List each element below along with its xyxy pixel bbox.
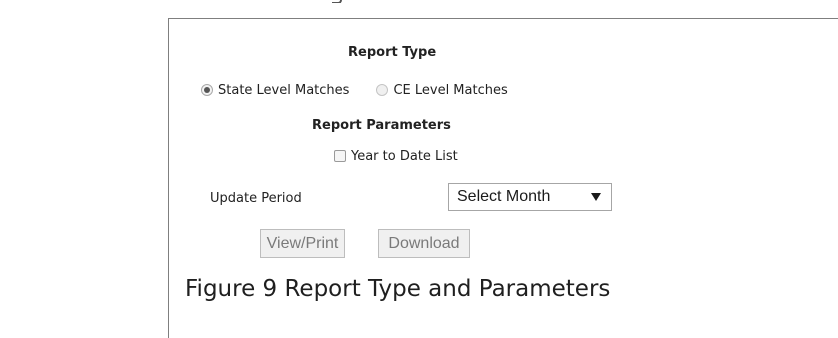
figure-caption: Figure 9 Report Type and Parameters bbox=[185, 276, 611, 302]
report-type-heading: Report Type bbox=[348, 45, 437, 60]
radio-state-level-label: State Level Matches bbox=[218, 82, 350, 98]
report-type-radio-group: State Level Matches CE Level Matches bbox=[201, 80, 508, 100]
update-period-select[interactable]: Select Month bbox=[448, 183, 612, 211]
year-to-date-checkbox[interactable] bbox=[334, 150, 346, 162]
year-to-date-option[interactable]: Year to Date List bbox=[334, 146, 458, 166]
radio-state-level[interactable] bbox=[201, 84, 213, 96]
year-to-date-label: Year to Date List bbox=[351, 148, 458, 164]
radio-option-ce-level[interactable]: CE Level Matches bbox=[376, 82, 508, 98]
cropped-text-fragment bbox=[330, 0, 350, 3]
cropped-glyph bbox=[332, 0, 342, 3]
report-parameters-heading: Report Parameters bbox=[312, 118, 451, 133]
view-print-button[interactable]: View/Print bbox=[260, 229, 345, 258]
radio-ce-level[interactable] bbox=[376, 84, 389, 96]
radio-ce-level-label: CE Level Matches bbox=[393, 82, 508, 98]
update-period-label: Update Period bbox=[210, 191, 302, 206]
update-period-selected-value: Select Month bbox=[457, 188, 551, 205]
radio-option-state-level[interactable]: State Level Matches bbox=[201, 83, 349, 98]
triangle-down-icon bbox=[591, 193, 601, 201]
download-button[interactable]: Download bbox=[378, 229, 470, 258]
